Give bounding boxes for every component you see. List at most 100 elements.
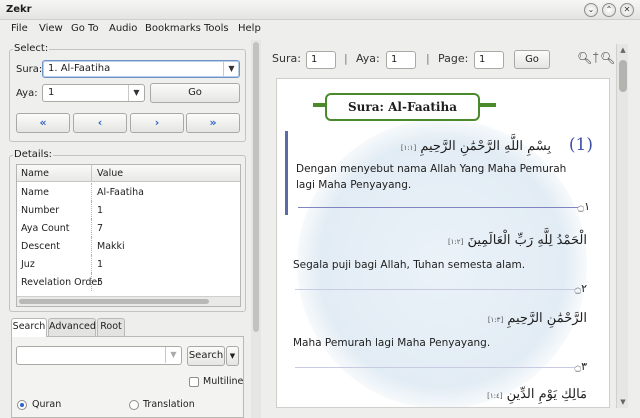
scroll-down-icon[interactable]: ▼ — [617, 396, 629, 408]
close-button[interactable]: ✕ — [620, 3, 634, 17]
aya-arabic: الْحَمْدُ لِلَّهِ رَبِّ الْعَالَمِينَ [١… — [448, 233, 587, 248]
multiline-checkbox[interactable] — [189, 377, 199, 387]
table-horizontal-scrollbar[interactable] — [17, 296, 240, 306]
aya-translation: Dengan menyebut nama Allah Yang Maha Pem… — [296, 163, 567, 191]
row-value: 1 — [97, 259, 104, 270]
chevron-right-icon: › — [154, 116, 160, 129]
cell-separator — [91, 183, 92, 201]
sura-combo[interactable]: 1. Al-Faatiha ▼ — [42, 60, 240, 78]
select-group-label: Select: — [13, 43, 50, 54]
cell-separator — [91, 237, 92, 255]
aya-end-mark: ۝١ — [577, 200, 590, 213]
viewer-page-input[interactable]: 1 — [474, 51, 504, 69]
menu-tools[interactable]: Tools — [204, 23, 229, 34]
divider-line — [295, 367, 575, 368]
toolbar-separator: | — [426, 52, 430, 65]
row-name: Juz — [21, 259, 35, 270]
aya-end-mark: ۝٢ — [574, 282, 587, 295]
toolbar-separator: | — [344, 52, 348, 65]
double-chevron-left-icon: « — [39, 116, 47, 129]
left-panel-scrollbar[interactable] — [251, 40, 261, 418]
next-aya-button[interactable]: › — [130, 113, 184, 133]
chevron-left-icon: ‹ — [97, 116, 103, 129]
aya-block-3[interactable]: الرَّحْمَٰنِ الرَّحِيمِ [١:٣] Maha Pemur… — [285, 305, 599, 375]
row-name: Name — [21, 187, 50, 198]
column-header-value[interactable]: Value — [97, 168, 123, 179]
search-button[interactable]: Search — [187, 346, 225, 366]
divider-line — [298, 207, 578, 208]
tab-search[interactable]: Search — [11, 318, 47, 337]
cell-separator — [91, 255, 92, 273]
last-aya-button[interactable]: » — [186, 113, 240, 133]
table-row[interactable]: Juz 1 — [17, 255, 240, 273]
double-chevron-right-icon: » — [209, 116, 217, 129]
aya-block-1[interactable]: (1) بِسْمِ اللَّهِ الرَّحْمَٰنِ الرَّحِي… — [285, 131, 599, 215]
search-options-button[interactable]: ▼ — [226, 346, 239, 366]
quran-radio[interactable] — [17, 400, 27, 410]
aya-block-2[interactable]: الْحَمْدُ لِلَّهِ رَبِّ الْعَالَمِينَ [١… — [285, 227, 599, 297]
viewer-sura-label: Sura: — [272, 52, 301, 65]
aya-divider: ۝٢ — [295, 282, 587, 295]
viewer-go-button[interactable]: Go — [514, 50, 550, 69]
viewer-sura-input[interactable]: 1 — [306, 51, 336, 69]
chevron-down-icon: ▼ — [223, 61, 239, 77]
row-value: 5 — [97, 277, 104, 288]
menu-goto[interactable]: Go To — [71, 23, 99, 34]
sura-combo-value: 1. Al-Faatiha — [48, 63, 111, 74]
go-button[interactable]: Go — [150, 83, 240, 103]
table-row[interactable]: Name Al-Faatiha — [17, 183, 240, 201]
menu-audio[interactable]: Audio — [109, 23, 137, 34]
translation-radio[interactable] — [129, 400, 139, 410]
aya-arabic: مَالِكِ يَوْمِ الدِّينِ [١:٤] — [487, 387, 587, 402]
minimize-button[interactable]: ⌄ — [584, 3, 598, 17]
aya-end-mark: ۝٣ — [574, 360, 587, 373]
toolbar-separator: | — [594, 50, 598, 63]
column-header-name[interactable]: Name — [21, 168, 49, 179]
scroll-up-icon[interactable]: ▲ — [617, 44, 629, 56]
table-row[interactable]: Aya Count 7 — [17, 219, 240, 237]
chevron-down-icon: ▼ — [229, 352, 236, 360]
aya-arabic-text: الْحَمْدُ لِلَّهِ رَبِّ الْعَالَمِينَ — [467, 233, 587, 248]
aya-ref: [١:٤] — [487, 392, 503, 400]
table-header: Name Value — [17, 165, 240, 182]
aya-combo[interactable]: 1 ▼ — [42, 84, 145, 102]
viewer-scrollbar[interactable]: ▲ ▼ — [616, 44, 628, 408]
menu-file[interactable]: File — [11, 23, 28, 34]
quran-viewer[interactable]: Sura: Al-Faatiha (1) بِسْمِ اللَّهِ الرَ… — [276, 78, 610, 408]
prev-aya-button[interactable]: ‹ — [73, 113, 127, 133]
chevron-down-icon: ▼ — [165, 347, 181, 363]
menu-help[interactable]: Help — [238, 23, 261, 34]
viewer-aya-input[interactable]: 1 — [386, 51, 416, 69]
quran-radio-label: Quran — [32, 399, 62, 410]
tab-root[interactable]: Root — [97, 318, 125, 336]
sura-label: Sura: — [16, 64, 43, 75]
aya-ref: [١:٢] — [447, 238, 464, 246]
scrollbar-thumb[interactable] — [619, 60, 627, 92]
first-aya-button[interactable]: « — [16, 113, 70, 133]
tab-advanced[interactable]: Advanced — [48, 318, 96, 336]
aya-ref: [١:١] — [400, 144, 417, 152]
scrollbar-thumb[interactable] — [19, 299, 209, 304]
banner-ornament-right — [478, 103, 496, 107]
aya-combo-value: 1 — [48, 87, 55, 98]
row-value: Al-Faatiha — [97, 187, 145, 198]
table-row[interactable]: Descent Makki — [17, 237, 240, 255]
menu-view[interactable]: View — [39, 23, 63, 34]
scrollbar-thumb[interactable] — [253, 42, 259, 332]
viewer-toolbar: Sura: 1 | Aya: 1 | Page: 1 Go 🔍︎− | 🔍︎+ — [264, 44, 636, 72]
menu-bar: File View Go To Audio Bookmarks Tools He… — [0, 20, 640, 38]
table-row[interactable]: Revelation Order 5 — [17, 273, 240, 291]
details-table[interactable]: Name Value Name Al-Faatiha Number 1 Aya … — [16, 164, 241, 307]
search-input[interactable]: ▼ — [16, 346, 182, 365]
maximize-button[interactable]: ⌃ — [602, 3, 616, 17]
menu-bookmarks[interactable]: Bookmarks — [145, 23, 201, 34]
aya-label: Aya: — [16, 88, 38, 99]
chevron-down-icon: ▼ — [128, 85, 144, 101]
column-separator — [91, 165, 92, 182]
aya-block-4[interactable]: مَالِكِ يَوْمِ الدِّينِ [١:٤] — [285, 383, 599, 407]
aya-arabic-text: الرَّحْمَٰنِ الرَّحِيمِ — [507, 311, 587, 326]
aya-arabic: الرَّحْمَٰنِ الرَّحِيمِ [١:٣] — [488, 311, 587, 326]
table-row[interactable]: Number 1 — [17, 201, 240, 219]
aya-divider: ۝٣ — [295, 360, 587, 373]
row-value: Makki — [97, 241, 125, 252]
